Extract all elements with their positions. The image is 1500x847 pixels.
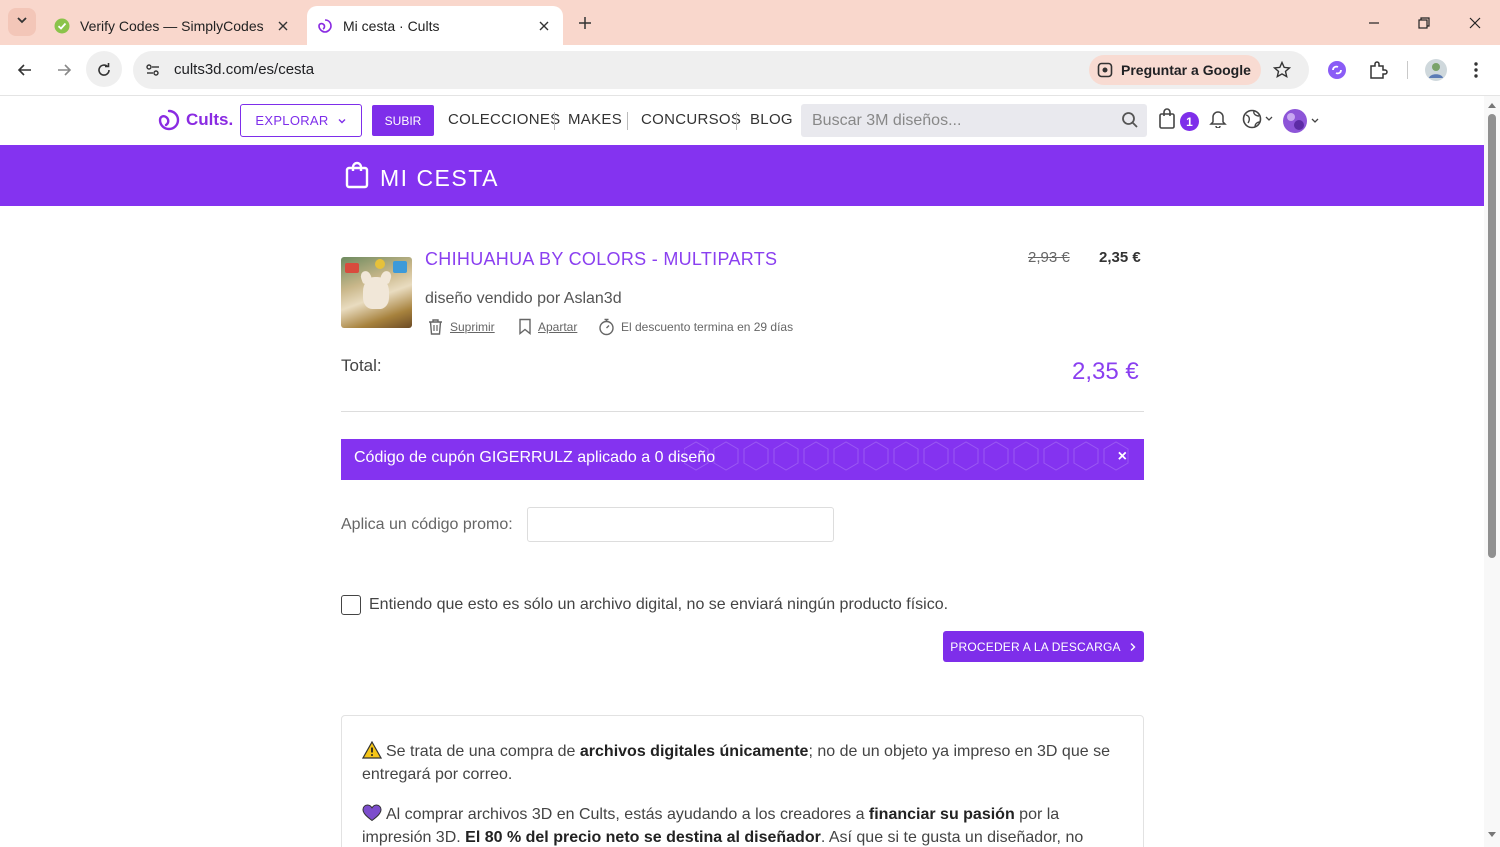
product-thumbnail[interactable]	[341, 257, 412, 328]
proceed-label: PROCEDER A LA DESCARGA	[950, 639, 1121, 654]
discounted-price: 2,35 €	[1099, 249, 1141, 266]
notice-bold: archivos digitales únicamente	[579, 743, 809, 760]
seller-text: diseño vendido por Aslan3d	[425, 290, 622, 307]
bell-icon[interactable]	[1209, 108, 1227, 128]
nav-divider	[736, 112, 737, 130]
page-scrollbar[interactable]	[1484, 96, 1500, 847]
close-tab-icon[interactable]	[272, 15, 294, 37]
notice-text: Se trata de una compra de	[386, 743, 580, 760]
purple-heart-icon	[362, 804, 382, 822]
minimize-icon[interactable]	[1363, 12, 1385, 34]
cults-logo[interactable]: Cults.	[157, 108, 233, 132]
digital-confirmation-checkbox[interactable]	[341, 595, 361, 615]
coupon-alert: Código de cupón GIGERRULZ aplicado a 0 d…	[341, 439, 1144, 480]
tab-title: Mi cesta · Cults	[343, 17, 440, 34]
discount-label: El descuento termina en 29 días	[621, 320, 794, 334]
back-arrow-icon[interactable]	[12, 57, 38, 83]
ask-google-label: Preguntar a Google	[1121, 62, 1251, 78]
shopping-bag-icon	[345, 161, 369, 189]
browser-menu-icon[interactable]	[1464, 58, 1488, 82]
explore-button[interactable]: EXPLORAR	[240, 104, 362, 137]
bookmark-star-icon[interactable]	[1271, 59, 1293, 81]
site-header: Cults. EXPLORAR SUBIR COLECCIONES MAKES …	[0, 96, 1484, 145]
search-icon[interactable]	[1121, 111, 1139, 129]
profile-avatar-icon[interactable]	[1424, 58, 1448, 82]
proceed-to-download-button[interactable]: PROCEDER A LA DESCARGA	[943, 631, 1144, 662]
tab-search-button[interactable]	[8, 8, 36, 36]
notice-text: Al comprar archivos 3D en Cults, estás a…	[386, 806, 869, 823]
promo-code-label: Aplica un código promo:	[341, 516, 513, 533]
globe-icon[interactable]	[1242, 108, 1274, 130]
warning-icon	[361, 740, 383, 759]
toolbar-divider	[1407, 61, 1408, 79]
extensions-puzzle-icon[interactable]	[1366, 58, 1390, 82]
logo-text: Cults.	[186, 110, 234, 129]
discount-timer: El descuento termina en 29 días	[598, 318, 793, 336]
page-title: MI CESTA	[380, 165, 499, 191]
ask-google-button[interactable]: Preguntar a Google	[1089, 55, 1261, 85]
new-tab-icon[interactable]	[574, 12, 596, 34]
restore-icon[interactable]	[1413, 12, 1435, 34]
forward-arrow-icon[interactable]	[51, 57, 77, 83]
scrollbar-thumb[interactable]	[1488, 114, 1496, 558]
notice-bold: El 80 % del precio neto se destina al di…	[465, 829, 821, 846]
coupon-message: Código de cupón GIGERRULZ aplicado a 0 d…	[354, 449, 716, 466]
simplycodes-favicon-icon	[54, 18, 70, 34]
tab-simplycodes[interactable]: Verify Codes — SimplyCodes	[44, 6, 302, 45]
hexagon-pattern	[684, 441, 1129, 471]
tab-mi-cesta[interactable]: Mi cesta · Cults	[307, 6, 563, 45]
divider	[341, 411, 1144, 412]
total-value: 2,35 €	[1072, 358, 1139, 385]
nav-colecciones[interactable]: COLECCIONES	[448, 111, 561, 128]
close-window-icon[interactable]	[1464, 12, 1486, 34]
nav-divider	[554, 112, 555, 130]
cart-count-badge[interactable]: 1	[1180, 112, 1199, 131]
address-bar[interactable]: cults3d.com/es/cesta Preguntar a Google	[133, 51, 1309, 89]
nav-concursos[interactable]: CONCURSOS	[641, 111, 741, 128]
chevron-down-icon	[16, 13, 28, 31]
nav-blog[interactable]: BLOG	[750, 111, 793, 128]
search-bar	[801, 104, 1147, 137]
close-icon[interactable]: ×	[1118, 448, 1127, 466]
browser-toolbar: cults3d.com/es/cesta Preguntar a Google	[0, 45, 1500, 96]
delete-label: Suprimir	[450, 320, 495, 334]
url-text[interactable]: cults3d.com/es/cesta	[174, 61, 314, 78]
promo-code-input[interactable]	[527, 507, 834, 542]
digital-confirmation-label[interactable]: Entiendo que esto es sólo un archivo dig…	[369, 596, 948, 614]
total-label: Total:	[341, 356, 382, 375]
chevron-down-icon	[337, 116, 347, 126]
tab-title: Verify Codes — SimplyCodes	[80, 17, 264, 34]
page-banner: MI CESTA	[0, 145, 1484, 206]
notice-bold: financiar su pasión	[868, 806, 1015, 823]
search-input[interactable]	[801, 104, 1111, 137]
save-for-later-link[interactable]: Apartar	[518, 318, 577, 335]
upload-button[interactable]: SUBIR	[372, 105, 434, 136]
chevron-right-icon	[1129, 642, 1137, 652]
user-avatar-icon[interactable]	[1282, 108, 1324, 134]
stopwatch-icon	[598, 318, 615, 336]
original-price: 2,93 €	[1028, 249, 1070, 266]
nav-makes[interactable]: MAKES	[568, 111, 622, 128]
delete-item-link[interactable]: Suprimir	[427, 318, 495, 336]
digital-files-notice: Se trata de una compra de archivos digit…	[361, 740, 1122, 786]
browser-tab-bar: Verify Codes — SimplyCodes Mi cesta · Cu…	[0, 0, 1500, 45]
explore-label: EXPLORAR	[255, 113, 329, 128]
bookmark-icon	[518, 318, 532, 335]
extension-simplycodes-icon[interactable]	[1325, 58, 1349, 82]
scroll-up-arrow-icon[interactable]	[1487, 100, 1497, 110]
info-box: Se trata de una compra de archivos digit…	[341, 715, 1144, 847]
trash-icon	[427, 318, 444, 336]
cults-logo-icon	[158, 109, 180, 131]
site-settings-icon[interactable]	[143, 60, 163, 80]
google-lens-icon	[1097, 62, 1113, 78]
save-label: Apartar	[538, 319, 578, 334]
nav-divider	[627, 112, 628, 130]
scroll-down-arrow-icon[interactable]	[1487, 830, 1497, 840]
close-tab-icon[interactable]	[533, 15, 555, 37]
cults-favicon-icon	[317, 18, 333, 34]
cart-icon[interactable]	[1158, 108, 1176, 130]
reload-icon[interactable]	[91, 57, 117, 83]
product-title-link[interactable]: CHIHUAHUA BY COLORS - MULTIPARTS	[425, 249, 777, 270]
support-creators-notice: Al comprar archivos 3D en Cults, estás a…	[362, 803, 1122, 847]
